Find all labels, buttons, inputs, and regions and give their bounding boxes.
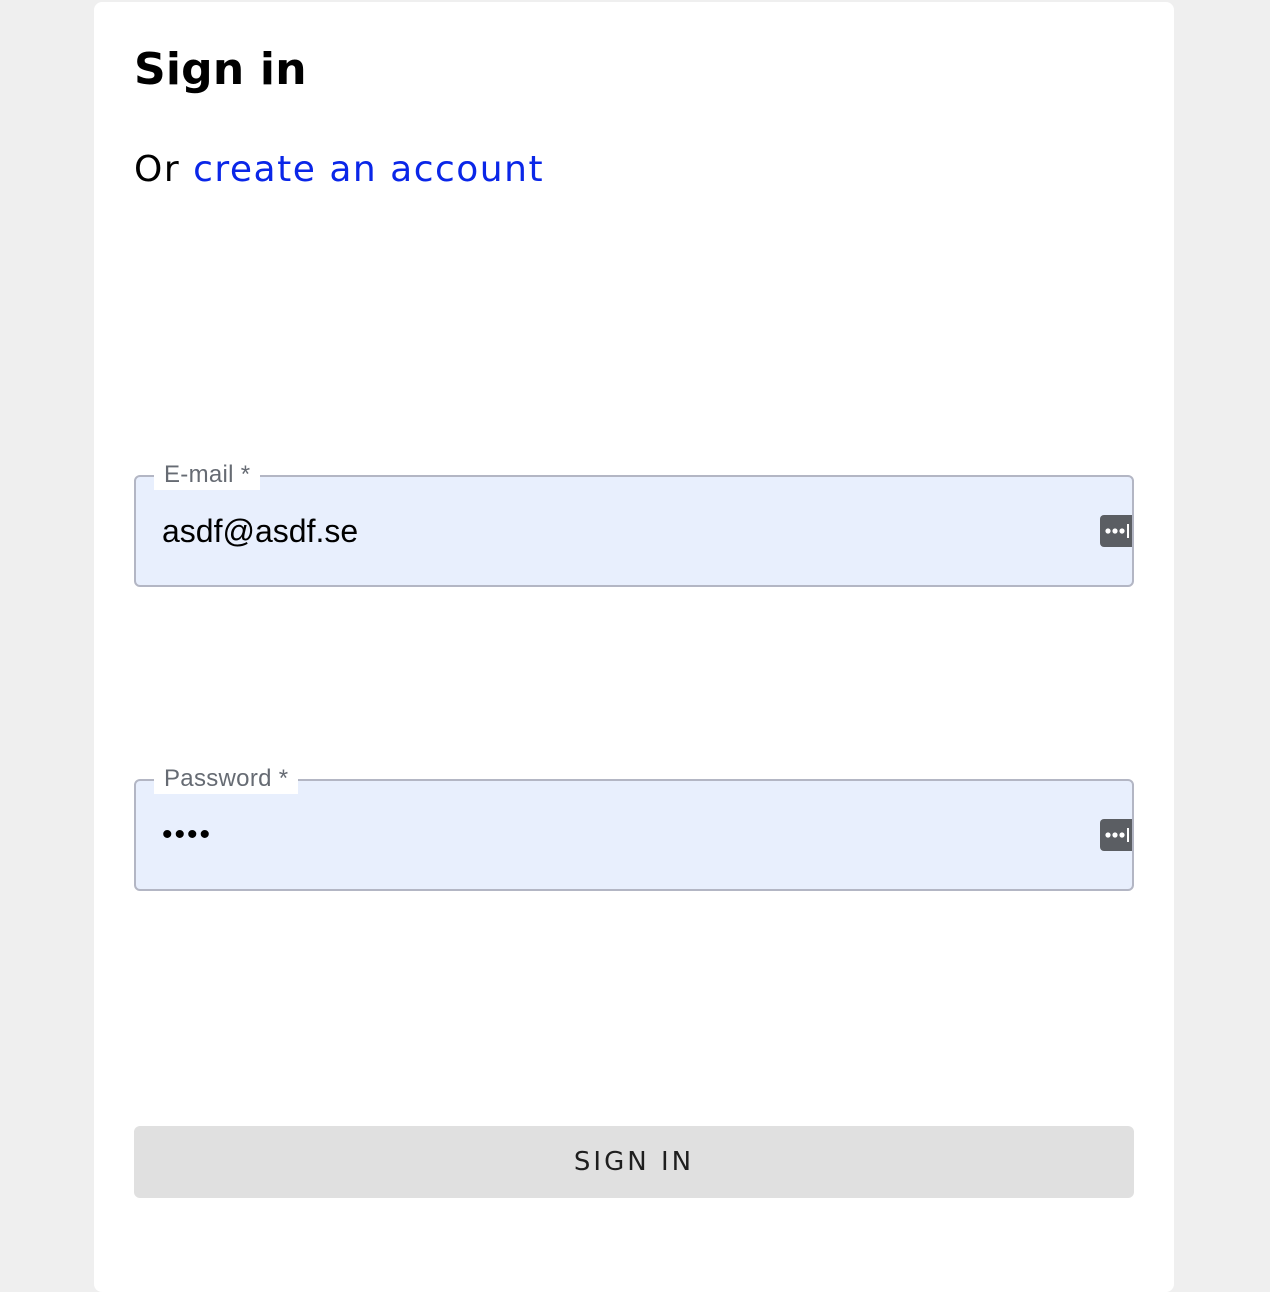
password-field[interactable]: Password * <box>134 764 1134 891</box>
email-input[interactable] <box>162 507 1062 555</box>
password-input[interactable] <box>162 811 1062 859</box>
sign-in-button[interactable]: SIGN IN <box>134 1126 1134 1198</box>
email-field[interactable]: E-mail * <box>134 460 1134 587</box>
email-label: E-mail * <box>154 460 261 490</box>
subtitle: Or create an account <box>134 146 544 194</box>
page-title: Sign in <box>134 44 307 95</box>
subtitle-prefix: Or <box>134 149 181 190</box>
password-label: Password * <box>154 764 299 794</box>
password-manager-icon[interactable] <box>1100 515 1132 547</box>
create-account-link[interactable]: create an account <box>193 149 544 190</box>
sign-in-card: Sign in Or create an account E-mail * Pa… <box>94 2 1174 1292</box>
password-manager-icon[interactable] <box>1100 819 1132 851</box>
